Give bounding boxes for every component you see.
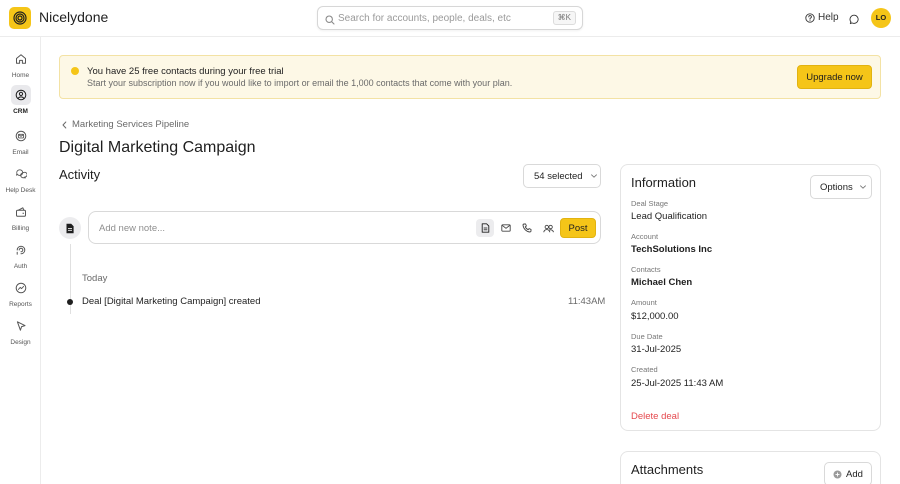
due-date-label: Due Date	[631, 332, 663, 341]
delete-deal-link[interactable]: Delete deal	[631, 411, 679, 422]
note-tool-icon[interactable]	[476, 219, 494, 237]
phone-tool-icon[interactable]	[518, 219, 536, 237]
sidebar-item-help-desk[interactable]: Help Desk	[0, 164, 41, 194]
chat-bubble-icon[interactable]	[849, 12, 860, 30]
sidebar-item-label: Reports	[9, 301, 32, 308]
attachments-title: Attachments	[631, 462, 704, 477]
timeline-dot	[67, 299, 73, 305]
due-date-value: 31-Jul-2025	[631, 344, 682, 355]
selected-filter-label: 54 selected	[534, 170, 583, 182]
amount-value: $12,000.00	[631, 311, 679, 322]
email-icon	[11, 126, 31, 146]
options-label: Options	[820, 181, 853, 193]
breadcrumb-label: Marketing Services Pipeline	[72, 119, 190, 130]
home-icon	[11, 49, 31, 69]
chevron-down-icon	[859, 185, 866, 189]
breadcrumb[interactable]: Marketing Services Pipeline	[61, 119, 189, 130]
search-input[interactable]	[338, 10, 548, 26]
app-name: Nicelydone	[39, 9, 109, 25]
sidebar-item-label: Help Desk	[5, 187, 36, 194]
sidebar-item-crm[interactable]: CRM	[0, 85, 41, 115]
created-label: Created	[631, 365, 658, 374]
sidebar-item-email[interactable]: Email	[0, 126, 41, 156]
reports-icon	[11, 278, 31, 298]
note-type-icon	[59, 217, 81, 239]
timeline-group-label: Today	[82, 273, 108, 284]
chevron-left-icon	[62, 121, 67, 128]
help-button[interactable]: Help	[805, 12, 839, 23]
contacts-label: Contacts	[631, 265, 661, 274]
auth-icon	[11, 240, 31, 260]
activity-event-text: Deal [Digital Marketing Campaign] create…	[82, 296, 261, 307]
sidebar-item-design[interactable]: Design	[0, 316, 41, 346]
account-label: Account	[631, 232, 659, 241]
information-card: Information Options Deal Stage Lead Qual…	[620, 164, 881, 431]
plus-circle-icon	[833, 470, 842, 478]
add-attachment-button[interactable]: Add	[824, 462, 872, 484]
search-icon	[325, 12, 335, 30]
billing-icon	[11, 202, 31, 222]
sidebar: Home CRM Email Help Desk Billing Auth Re…	[0, 37, 41, 484]
info-dot-icon	[71, 67, 79, 75]
spiral-logo-icon[interactable]	[9, 7, 31, 29]
design-icon	[11, 316, 31, 336]
activity-heading: Activity	[59, 167, 101, 182]
deal-stage-value: Lead Qualification	[631, 211, 708, 222]
attachments-card: Attachments Add	[620, 451, 881, 484]
sidebar-item-home[interactable]: Home	[0, 49, 41, 79]
activity-event-time: 11:43AM	[568, 296, 606, 307]
sidebar-item-label: Billing	[11, 225, 30, 232]
help-desk-icon	[11, 164, 31, 184]
note-composer: Post	[88, 211, 601, 244]
selected-filter-dropdown[interactable]: 54 selected	[523, 164, 601, 188]
help-label: Help	[818, 12, 839, 23]
sidebar-item-label: Design	[10, 339, 31, 346]
information-title: Information	[631, 175, 697, 190]
sidebar-item-billing[interactable]: Billing	[0, 202, 41, 232]
upgrade-now-button[interactable]: Upgrade now	[797, 65, 872, 89]
amount-label: Amount	[631, 298, 657, 307]
contacts-value[interactable]: Michael Chen	[631, 277, 692, 288]
options-button[interactable]: Options	[810, 175, 872, 199]
trial-banner: You have 25 free contacts during your fr…	[59, 55, 881, 99]
email-tool-icon[interactable]	[497, 219, 515, 237]
sidebar-item-reports[interactable]: Reports	[0, 278, 41, 308]
post-button[interactable]: Post	[560, 218, 596, 238]
top-bar: Nicelydone ⌘K Help LO	[0, 0, 900, 37]
chevron-down-icon	[590, 174, 597, 178]
sidebar-item-auth[interactable]: Auth	[0, 240, 41, 270]
sidebar-item-label: Email	[12, 149, 29, 156]
deal-stage-label: Deal Stage	[631, 199, 669, 208]
banner-title: You have 25 free contacts during your fr…	[87, 66, 284, 77]
created-value: 25-Jul-2025 11:43 AM	[631, 378, 724, 389]
account-value[interactable]: TechSolutions Inc	[631, 244, 712, 255]
new-note-input[interactable]	[99, 221, 469, 235]
search-box[interactable]: ⌘K	[317, 6, 583, 30]
sidebar-item-label: Auth	[13, 263, 28, 270]
add-label: Add	[846, 468, 863, 480]
crm-icon	[10, 85, 31, 105]
page-title: Digital Marketing Campaign	[59, 139, 256, 156]
user-avatar[interactable]: LO	[871, 8, 891, 28]
search-shortcut-badge: ⌘K	[552, 11, 576, 25]
meeting-tool-icon[interactable]	[539, 219, 557, 237]
banner-subtitle: Start your subscription now if you would…	[87, 78, 513, 88]
help-circle-icon	[805, 12, 815, 23]
sidebar-item-label: CRM	[13, 108, 28, 115]
sidebar-item-label: Home	[11, 72, 30, 79]
